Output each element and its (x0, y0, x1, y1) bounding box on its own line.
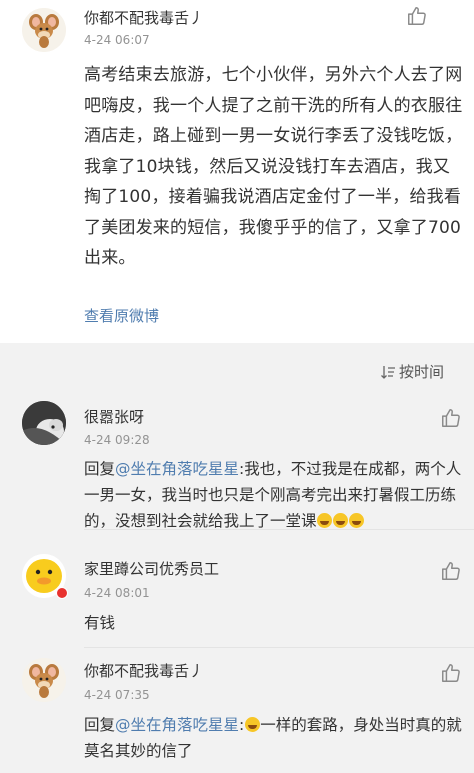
reply-prefix: 回复 (84, 460, 116, 478)
comment-username[interactable]: 你都不配我毒舌丿 (84, 660, 204, 681)
reply-prefix: 回复 (84, 716, 116, 734)
thumb-up-icon[interactable] (406, 5, 428, 27)
jerry-mouse-avatar-icon (22, 658, 66, 702)
comment-item: 家里蹲公司优秀员工 4-24 08:01 有钱 (0, 530, 474, 648)
comment-time: 4-24 07:35 (84, 688, 150, 702)
comment-time: 4-24 09:28 (84, 433, 150, 447)
post-username[interactable]: 你都不配我毒舌丿 (84, 7, 204, 28)
post-text: 高考结束去旅游，七个小伙伴，另外六个人去了网吧嗨皮，我一个人提了之前干洗的所有人… (84, 65, 463, 268)
vip-badge-icon (56, 587, 68, 599)
comment-text: 有钱 (84, 614, 116, 632)
post-time: 4-24 06:07 (84, 33, 150, 47)
comment-time: 4-24 08:01 (84, 586, 150, 600)
original-post: 你都不配我毒舌丿 4-24 06:07 高考结束去旅游，七个小伙伴，另外六个人去… (0, 0, 474, 343)
dog-avatar-icon (22, 401, 66, 445)
avatar[interactable] (22, 8, 66, 52)
view-original-link[interactable]: 查看原微博 (84, 305, 159, 326)
avatar[interactable] (22, 401, 66, 445)
laugh-cry-emoji-icon (317, 513, 333, 528)
comment-text: 回复@坐在角落吃星星: 一样的套路，身处当时真的就莫名其妙的信了 (84, 712, 464, 764)
mention-link[interactable]: @坐在角落吃星星 (115, 716, 239, 734)
colon: : (239, 716, 245, 734)
thumb-up-icon[interactable] (440, 662, 462, 684)
sort-label: 按时间 (398, 363, 444, 381)
comments-toolbar: 按时间 (0, 343, 474, 387)
avatar[interactable] (22, 658, 66, 702)
comment-item: 你都不配我毒舌丿 4-24 07:35 回复@坐在角落吃星星: 一样的套路，身处当… (0, 648, 474, 773)
comment-username[interactable]: 家里蹲公司优秀员工 (84, 558, 219, 579)
comment-item: 很嚣张呀 4-24 09:28 回复@坐在角落吃星星:我也，不过我是在成都，两个… (0, 387, 474, 530)
mention-link[interactable]: @坐在角落吃星星 (115, 460, 239, 478)
laugh-cry-emoji-icon (244, 717, 260, 732)
jerry-mouse-avatar-icon (22, 8, 66, 52)
sort-icon (381, 365, 395, 379)
comment-text: 回复@坐在角落吃星星:我也，不过我是在成都，两个人一男一女，我当时也只是个刚高考… (84, 456, 464, 534)
comment-username[interactable]: 很嚣张呀 (84, 406, 144, 427)
thumb-up-icon[interactable] (440, 407, 462, 429)
laugh-cry-emoji-icon (333, 513, 349, 528)
laugh-cry-emoji-icon (349, 513, 365, 528)
sort-by-time-button[interactable]: 按时间 (380, 361, 444, 382)
thumb-up-icon[interactable] (440, 560, 462, 582)
